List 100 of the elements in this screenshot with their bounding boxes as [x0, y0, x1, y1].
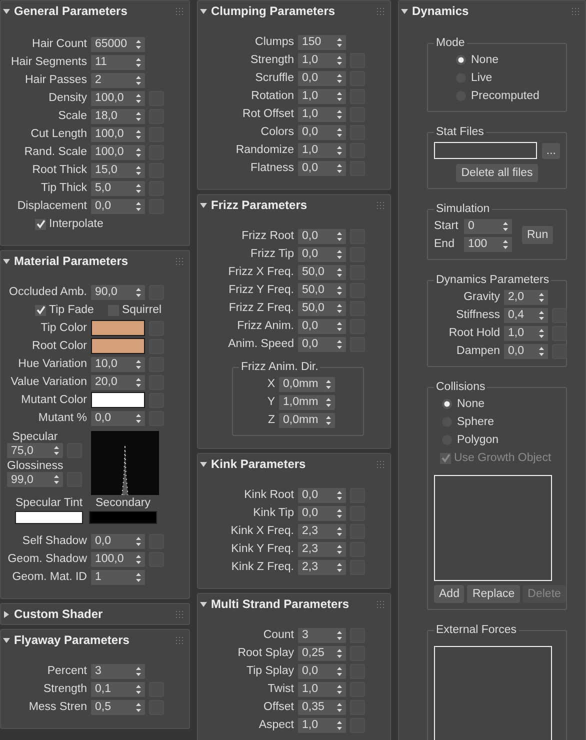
collapse-triangle-icon[interactable]: [3, 610, 10, 618]
spinner-arrows-icon[interactable]: [503, 222, 508, 230]
number-spinner[interactable]: 1,0: [504, 326, 548, 340]
color-swatch[interactable]: [91, 392, 145, 408]
spinner-arrows-icon[interactable]: [337, 544, 342, 554]
number-spinner[interactable]: 10,0: [91, 356, 145, 372]
number-spinner[interactable]: 0,1: [91, 682, 145, 696]
number-spinner[interactable]: 2,3: [298, 524, 346, 538]
browse-button[interactable]: ...: [542, 142, 560, 158]
number-spinner[interactable]: 0,0: [298, 124, 346, 140]
spinner-arrows-icon[interactable]: [136, 130, 141, 138]
spinner-arrows-icon[interactable]: [136, 536, 141, 546]
color-swatch[interactable]: [15, 511, 83, 524]
spinner-arrows-icon[interactable]: [337, 56, 342, 64]
number-spinner[interactable]: 0,0: [91, 410, 145, 426]
spinner-arrows-icon[interactable]: [337, 250, 342, 258]
rollout-title[interactable]: General Parameters: [14, 4, 172, 18]
number-spinner[interactable]: 1,0: [298, 682, 346, 696]
radio-button[interactable]: [442, 399, 452, 409]
action-button[interactable]: Add: [434, 585, 464, 603]
spinner-arrows-icon[interactable]: [337, 38, 342, 46]
number-spinner[interactable]: 50,0: [298, 282, 346, 298]
spinner-arrows-icon[interactable]: [337, 648, 342, 658]
rollout-title[interactable]: Frizz Parameters: [211, 198, 373, 212]
spinner-arrows-icon[interactable]: [136, 684, 141, 694]
number-spinner[interactable]: 0,0: [298, 246, 346, 262]
number-spinner[interactable]: 0,0: [91, 198, 145, 214]
spinner-arrows-icon[interactable]: [337, 490, 342, 500]
number-spinner[interactable]: 50,0: [298, 300, 346, 316]
rollout-title[interactable]: Custom Shader: [14, 607, 172, 621]
number-spinner[interactable]: 100,0: [91, 126, 145, 142]
number-spinner[interactable]: 1,0: [298, 142, 346, 158]
spinner-arrows-icon[interactable]: [136, 702, 141, 712]
number-spinner[interactable]: 150: [298, 34, 346, 50]
spinner-arrows-icon[interactable]: [326, 380, 331, 388]
rollout-title[interactable]: Material Parameters: [14, 254, 172, 268]
collapse-triangle-icon[interactable]: [200, 202, 207, 208]
spinner-arrows-icon[interactable]: [136, 76, 141, 84]
number-spinner[interactable]: 1,0: [298, 106, 346, 122]
spinner-arrows-icon[interactable]: [136, 58, 141, 66]
collapse-triangle-icon[interactable]: [3, 636, 10, 644]
spinner-arrows-icon[interactable]: [326, 416, 331, 424]
number-spinner[interactable]: 5,0: [91, 180, 145, 196]
number-spinner[interactable]: 1,0: [298, 52, 346, 68]
spinner-arrows-icon[interactable]: [539, 328, 544, 338]
number-spinner[interactable]: 1,0: [298, 88, 346, 104]
number-spinner[interactable]: 3: [298, 628, 346, 642]
number-spinner[interactable]: 0,0mm: [279, 376, 335, 392]
spinner-arrows-icon[interactable]: [337, 268, 342, 276]
number-spinner[interactable]: 2,3: [298, 560, 346, 574]
number-spinner[interactable]: 0,0mm: [279, 412, 335, 428]
spinner-arrows-icon[interactable]: [54, 475, 59, 484]
number-spinner[interactable]: 0,4: [504, 308, 548, 322]
spinner-arrows-icon[interactable]: [337, 340, 342, 348]
number-spinner[interactable]: 0,0: [298, 488, 346, 502]
spinner-arrows-icon[interactable]: [136, 554, 141, 564]
spinner-arrows-icon[interactable]: [337, 110, 342, 118]
list-box[interactable]: [434, 475, 552, 581]
spinner-arrows-icon[interactable]: [136, 40, 141, 48]
number-spinner[interactable]: 100,0: [91, 90, 145, 106]
color-swatch[interactable]: [91, 320, 145, 336]
number-spinner[interactable]: 75,0: [7, 443, 63, 458]
number-spinner[interactable]: 18,0: [91, 108, 145, 124]
spinner-arrows-icon[interactable]: [337, 508, 342, 518]
number-spinner[interactable]: 0,0: [298, 318, 346, 334]
collapse-triangle-icon[interactable]: [3, 258, 10, 264]
number-spinner[interactable]: 0,0: [298, 70, 346, 86]
spinner-arrows-icon[interactable]: [136, 184, 141, 192]
number-spinner[interactable]: 99,0: [7, 472, 63, 487]
spinner-arrows-icon[interactable]: [503, 240, 508, 248]
collapse-triangle-icon[interactable]: [200, 8, 207, 14]
action-button[interactable]: Replace: [467, 585, 520, 603]
run-button[interactable]: Run: [522, 226, 554, 244]
number-spinner[interactable]: 1: [91, 570, 145, 584]
spinner-arrows-icon[interactable]: [136, 288, 141, 296]
spinner-arrows-icon[interactable]: [539, 346, 544, 356]
spinner-arrows-icon[interactable]: [136, 112, 141, 120]
spinner-arrows-icon[interactable]: [337, 322, 342, 330]
number-spinner[interactable]: 0,5: [91, 700, 145, 714]
action-button[interactable]: Delete all files: [456, 164, 538, 182]
number-spinner[interactable]: 0,0: [298, 160, 346, 176]
number-spinner[interactable]: 3: [91, 664, 145, 678]
spinner-arrows-icon[interactable]: [136, 572, 141, 582]
spinner-arrows-icon[interactable]: [337, 128, 342, 136]
number-spinner[interactable]: 0,0: [298, 506, 346, 520]
color-swatch[interactable]: [89, 511, 157, 524]
spinner-arrows-icon[interactable]: [136, 666, 141, 676]
spinner-arrows-icon[interactable]: [136, 414, 141, 422]
rollout-title[interactable]: Multi Strand Parameters: [211, 597, 373, 611]
number-spinner[interactable]: 2,0: [504, 290, 548, 304]
rollout-title[interactable]: Flyaway Parameters: [14, 633, 172, 647]
number-spinner[interactable]: 0,0: [298, 228, 346, 244]
spinner-arrows-icon[interactable]: [136, 378, 141, 386]
number-spinner[interactable]: 0,0: [504, 344, 548, 358]
spinner-arrows-icon[interactable]: [337, 720, 342, 730]
number-spinner[interactable]: 100: [464, 236, 512, 252]
spinner-arrows-icon[interactable]: [337, 630, 342, 640]
number-spinner[interactable]: 1,0mm: [279, 394, 335, 410]
number-spinner[interactable]: 0,35: [298, 700, 346, 714]
spinner-arrows-icon[interactable]: [337, 92, 342, 100]
